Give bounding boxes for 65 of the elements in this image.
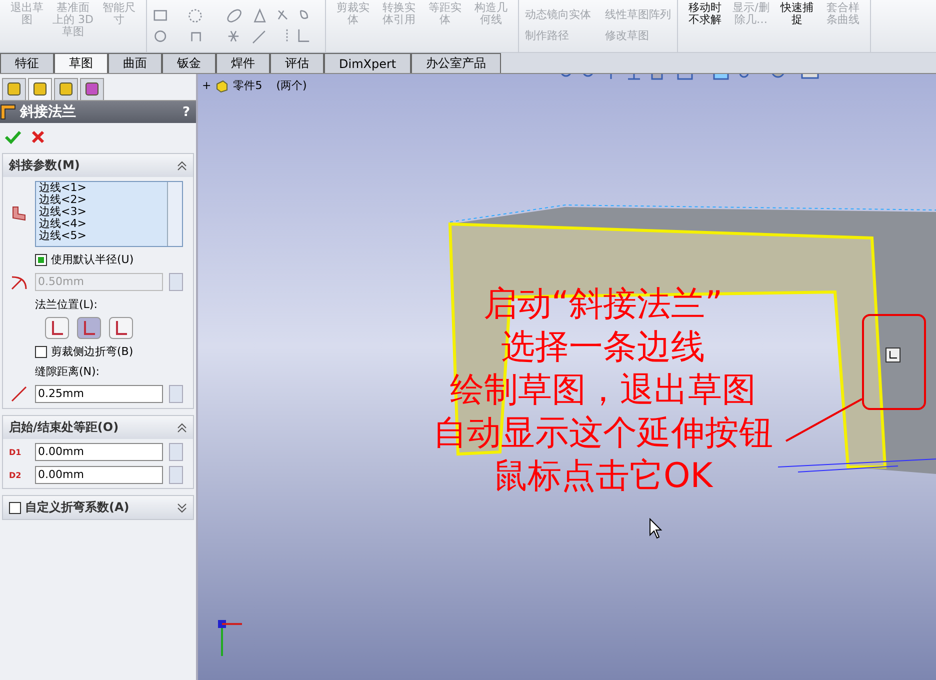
scrollbar[interactable] bbox=[167, 182, 182, 246]
flange-position-icon bbox=[50, 320, 64, 336]
manager-icon bbox=[6, 81, 22, 97]
offset-field[interactable]: 0.00mm bbox=[35, 443, 163, 461]
flange-position-button[interactable] bbox=[45, 317, 69, 339]
list-item[interactable]: 边线<3> bbox=[39, 206, 167, 218]
gap-field[interactable]: 0.25mm bbox=[35, 385, 163, 403]
tree-expander[interactable]: + bbox=[202, 79, 212, 92]
section-title: 启始/结束处等距(O) bbox=[9, 419, 120, 436]
list-item[interactable]: 边线<5> bbox=[39, 230, 167, 242]
panel-title: 斜接法兰 bbox=[20, 103, 77, 121]
gap-icon bbox=[9, 384, 29, 404]
manager-tab[interactable] bbox=[28, 78, 52, 100]
list-item[interactable]: 边线<2> bbox=[39, 194, 167, 206]
close-icon[interactable] bbox=[30, 129, 46, 145]
checkbox-label: 使用默认半径(U) bbox=[51, 252, 134, 267]
command-tab[interactable]: DimXpert bbox=[324, 53, 412, 73]
checkbox[interactable] bbox=[35, 346, 47, 358]
checkbox-label: 剪裁侧边折弯(B) bbox=[51, 344, 134, 359]
manager-icon bbox=[58, 81, 74, 97]
section-title: 斜接参数(M) bbox=[9, 157, 81, 174]
manager-tab[interactable] bbox=[2, 78, 26, 100]
field-label: 缝隙距离(N): bbox=[34, 364, 101, 379]
command-tab[interactable]: 曲面 bbox=[108, 53, 162, 73]
section-title: 自定义折弯系数(A) bbox=[25, 499, 130, 516]
manager-icon bbox=[84, 81, 100, 97]
ok-icon[interactable] bbox=[4, 129, 22, 145]
section-header[interactable]: 自定义折弯系数(A) bbox=[3, 496, 193, 519]
expand-icon[interactable] bbox=[177, 502, 187, 512]
flange-position-button[interactable] bbox=[77, 317, 101, 339]
extend-button-icon[interactable] bbox=[885, 347, 901, 363]
flange-position-icon bbox=[82, 320, 96, 336]
tree-note: (两个) bbox=[276, 78, 307, 93]
part-icon bbox=[215, 78, 230, 92]
help-icon[interactable]: ? bbox=[182, 104, 190, 120]
command-tab[interactable]: 焊件 bbox=[216, 53, 270, 73]
flange-position-icon bbox=[114, 320, 128, 336]
command-tab[interactable]: 草图 bbox=[54, 53, 108, 73]
tree-item[interactable]: 零件5 bbox=[233, 78, 262, 93]
checkbox[interactable] bbox=[9, 502, 21, 514]
manager-icon bbox=[32, 81, 48, 97]
flange-position-button[interactable] bbox=[109, 317, 133, 339]
command-tab[interactable]: 评估 bbox=[270, 53, 324, 73]
list-item[interactable]: 边线<4> bbox=[39, 218, 167, 230]
flange-icon bbox=[0, 104, 16, 120]
toolbar-button[interactable]: 移动时不求解 bbox=[682, 0, 728, 52]
command-tab[interactable]: 钣金 bbox=[162, 53, 216, 73]
section-header[interactable]: 启始/结束处等距(O) bbox=[3, 416, 193, 439]
offset-icon: D1 bbox=[9, 448, 29, 456]
offset-field[interactable]: 0.00mm bbox=[35, 466, 163, 484]
manager-tab[interactable] bbox=[80, 78, 104, 100]
offset-icon: D2 bbox=[9, 470, 29, 480]
toolbar-button[interactable]: 快速捕捉 bbox=[774, 0, 820, 52]
command-tab[interactable]: 特征 bbox=[0, 53, 54, 73]
command-tab[interactable]: 办公室产品 bbox=[411, 53, 502, 73]
annotation-text: 鼠标点击它OK bbox=[493, 455, 713, 498]
checkbox[interactable] bbox=[35, 254, 47, 266]
collapse-icon[interactable] bbox=[177, 160, 187, 170]
edge-list[interactable]: 边线<1> 边线<2> 边线<3> 边线<4> 边线<5> bbox=[35, 181, 183, 247]
collapse-icon[interactable] bbox=[177, 422, 187, 432]
cursor-icon bbox=[649, 518, 663, 540]
section-header[interactable]: 斜接参数(M) bbox=[3, 154, 193, 177]
manager-tab[interactable] bbox=[54, 78, 78, 100]
list-item[interactable]: 边线<1> bbox=[39, 182, 167, 194]
field-label: 法兰位置(L): bbox=[34, 297, 98, 312]
